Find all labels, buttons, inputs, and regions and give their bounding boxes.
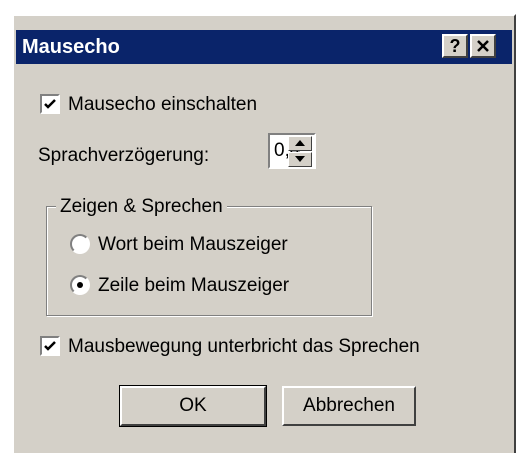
close-icon — [477, 40, 489, 52]
interrupt-label[interactable]: Mausbewegung unterbricht das Sprechen — [68, 336, 420, 358]
help-button[interactable]: ? — [442, 34, 468, 58]
delay-increase-button[interactable] — [288, 136, 312, 151]
word-at-pointer-label[interactable]: Wort beim Mauszeiger — [98, 234, 288, 256]
line-at-pointer-radio[interactable] — [70, 275, 90, 295]
radio-selected-dot — [77, 282, 83, 288]
checkmark-icon — [44, 99, 56, 109]
window-title: Mausecho — [22, 36, 120, 58]
help-icon: ? — [449, 36, 461, 56]
line-at-pointer-label[interactable]: Zeile beim Mauszeiger — [98, 275, 289, 297]
point-and-speak-group — [46, 206, 372, 316]
word-at-pointer-radio[interactable] — [70, 234, 90, 254]
ok-button[interactable]: OK — [119, 385, 267, 427]
title-bar[interactable]: Mausecho ? — [16, 30, 512, 64]
delay-decrease-button[interactable] — [288, 152, 312, 167]
delay-label: Sprachverzögerung: — [38, 145, 210, 166]
checkmark-icon — [44, 341, 56, 351]
enable-echo-label[interactable]: Mausecho einschalten — [68, 94, 257, 116]
enable-echo-checkbox[interactable] — [40, 94, 60, 114]
arrow-up-icon — [295, 140, 305, 146]
interrupt-checkbox[interactable] — [40, 336, 60, 356]
group-legend: Zeigen & Sprechen — [56, 196, 227, 218]
arrow-down-icon — [295, 156, 305, 162]
cancel-button[interactable]: Abbrechen — [282, 386, 416, 426]
close-button[interactable] — [470, 34, 496, 58]
